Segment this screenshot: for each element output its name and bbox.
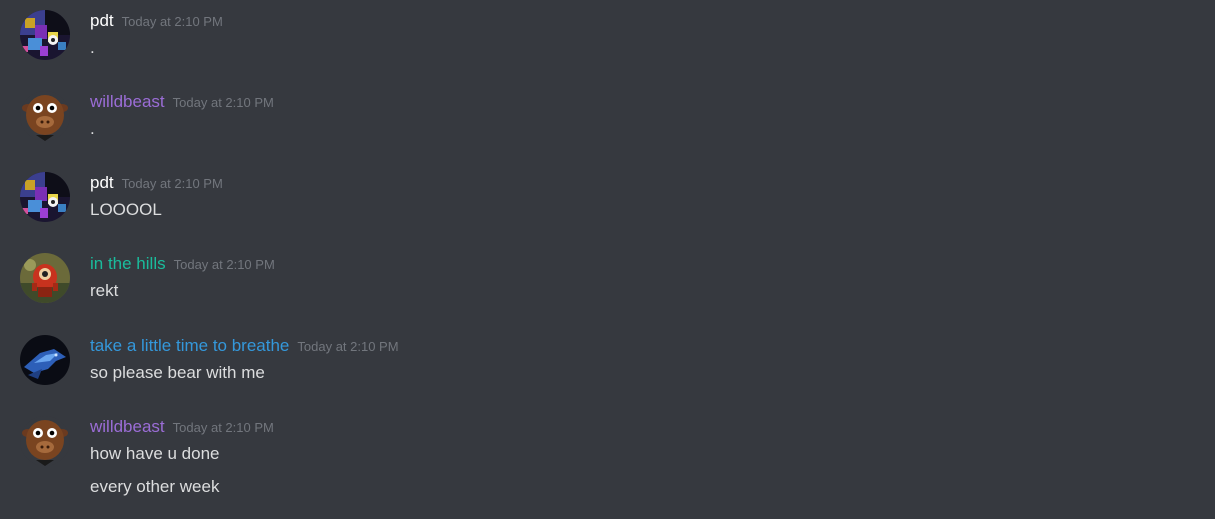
timestamp[interactable]: Today at 2:10 PM bbox=[173, 95, 274, 110]
username[interactable]: pdt bbox=[90, 11, 114, 30]
username[interactable]: willdbeast bbox=[90, 417, 165, 436]
message-content: . bbox=[90, 38, 95, 57]
avatar[interactable] bbox=[20, 91, 70, 141]
avatar[interactable] bbox=[20, 253, 70, 303]
message-content: every other week bbox=[90, 477, 220, 496]
message-content: LOOOOL bbox=[90, 200, 162, 219]
username[interactable]: take a little time to breathe bbox=[90, 336, 289, 355]
username[interactable]: willdbeast bbox=[90, 92, 165, 111]
message-header: pdt Today at 2:10 PM bbox=[90, 10, 223, 33]
message-content: so please bear with me bbox=[90, 363, 265, 382]
username[interactable]: pdt bbox=[90, 173, 114, 192]
avatar[interactable] bbox=[20, 10, 70, 60]
message-content: rekt bbox=[90, 281, 119, 300]
avatar[interactable] bbox=[20, 416, 70, 466]
message-list: pdtToday at 2:10 PM . willdbeastToday bbox=[0, 0, 1215, 519]
avatar[interactable] bbox=[20, 335, 70, 385]
timestamp[interactable]: Today at 2:10 PM bbox=[173, 420, 274, 435]
message-content: how have u done bbox=[90, 444, 220, 463]
message-header: pdt Today at 2:10 PM bbox=[90, 172, 223, 195]
username[interactable]: in the hills bbox=[90, 254, 166, 273]
timestamp[interactable]: Today at 2:10 PM bbox=[122, 176, 223, 191]
brown-cow-avatar-icon bbox=[20, 91, 70, 141]
message-content: . bbox=[90, 119, 95, 138]
timestamp[interactable]: Today at 2:10 PM bbox=[122, 14, 223, 29]
brown-cow-avatar-icon bbox=[20, 416, 70, 466]
red-robot-avatar-icon bbox=[20, 253, 70, 303]
message-header: willdbeast Today at 2:10 PM bbox=[90, 91, 274, 114]
avatar[interactable] bbox=[20, 172, 70, 222]
message-header: in the hills Today at 2:10 PM bbox=[90, 253, 275, 276]
blue-dragon-avatar-icon bbox=[20, 335, 70, 385]
timestamp[interactable]: Today at 2:10 PM bbox=[297, 339, 398, 354]
pixel-art-avatar-icon bbox=[20, 172, 70, 222]
message-header: willdbeast Today at 2:10 PM bbox=[90, 416, 274, 439]
timestamp[interactable]: Today at 2:10 PM bbox=[174, 257, 275, 272]
message-header: take a little time to breathe Today at 2:… bbox=[90, 335, 399, 358]
pixel-art-avatar-icon bbox=[20, 10, 70, 60]
